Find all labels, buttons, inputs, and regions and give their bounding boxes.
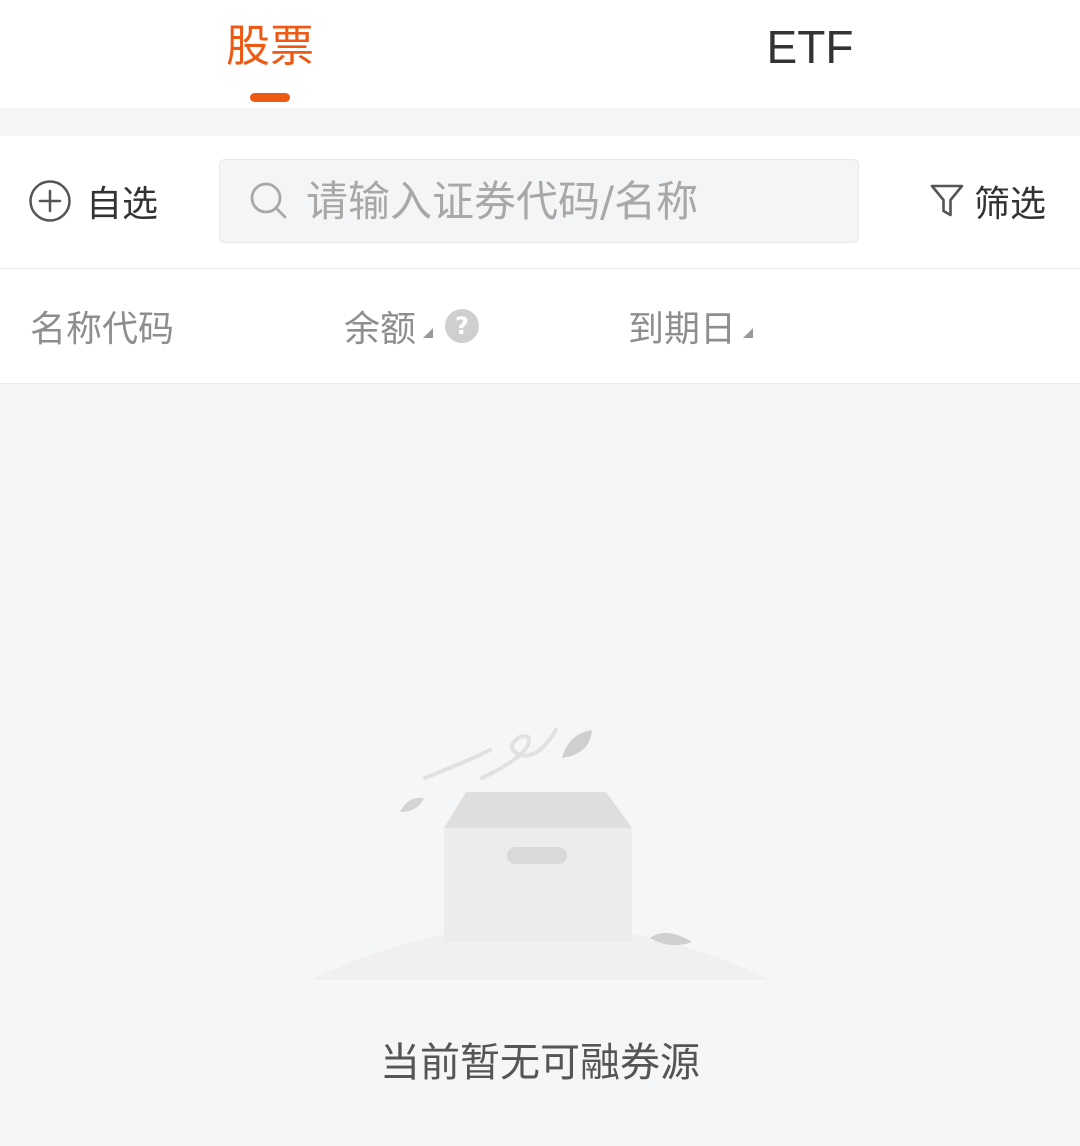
column-balance[interactable]: 余额 ? — [344, 269, 480, 383]
sort-triangle-icon — [423, 328, 434, 338]
tab-bar: 股票 ETF — [0, 0, 1080, 108]
filter-label: 筛选 — [974, 184, 1047, 225]
empty-state-message: 当前暂无可融券源 — [380, 1040, 700, 1086]
toolbar: 自选 筛选 — [0, 136, 1080, 269]
filter-button[interactable]: 筛选 — [928, 176, 1046, 226]
empty-box-icon — [310, 728, 770, 980]
svg-text:?: ? — [455, 312, 469, 340]
column-balance-label: 余额 — [344, 309, 417, 350]
column-name-code-label: 名称代码 — [30, 309, 175, 350]
column-name-code: 名称代码 — [30, 269, 174, 383]
tab-etf[interactable]: ETF — [660, 0, 960, 108]
table-header: 名称代码 余额 ? 到期日 — [0, 269, 1080, 384]
help-icon[interactable]: ? — [444, 308, 480, 344]
add-circle-icon — [29, 180, 71, 222]
search-input[interactable] — [306, 171, 826, 231]
search-box[interactable] — [219, 159, 859, 243]
watchlist-label: 自选 — [86, 184, 159, 225]
sort-triangle-icon — [743, 328, 754, 338]
column-expiry-label: 到期日 — [628, 309, 737, 350]
column-expiry[interactable]: 到期日 — [628, 269, 754, 383]
search-icon — [250, 182, 287, 219]
add-watchlist-button[interactable]: 自选 — [28, 176, 158, 226]
filter-icon — [930, 184, 964, 217]
tab-stocks[interactable]: 股票 — [120, 0, 420, 108]
active-tab-indicator — [250, 93, 290, 102]
